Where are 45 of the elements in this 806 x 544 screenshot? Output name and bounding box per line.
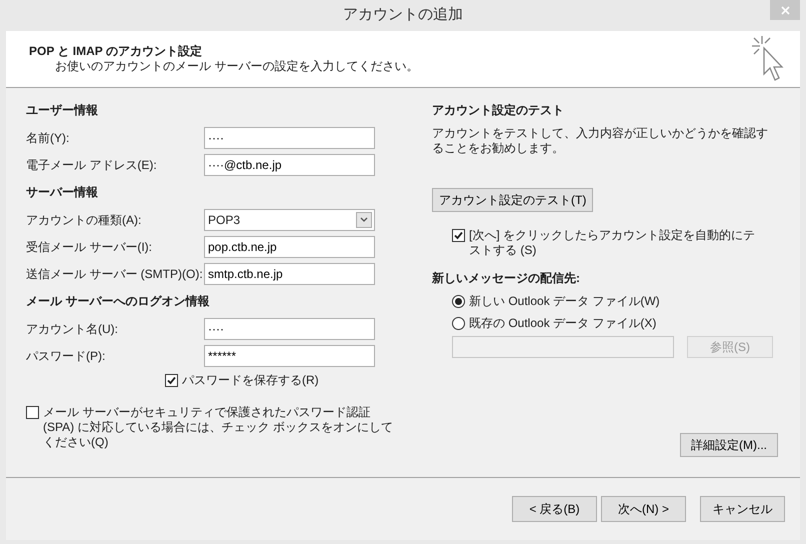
chevron-down-icon bbox=[360, 217, 368, 222]
section-heading: メール サーバーへのログオン情報 bbox=[26, 293, 210, 310]
header-title: POP と IMAP のアカウント設定 bbox=[29, 44, 203, 59]
header-subtitle: お使いのアカウントのメール サーバーの設定を入力してください。 bbox=[54, 59, 418, 74]
back-button[interactable]: < 戻る(B) bbox=[512, 496, 597, 522]
wizard-cursor-icon bbox=[750, 34, 784, 84]
section-heading: 新しいメッセージの配信先: bbox=[432, 270, 581, 287]
checkbox-label: [次へ] をクリックしたらアカウント設定を自動的にテストする (S) bbox=[469, 228, 756, 258]
test-account-button[interactable]: アカウント設定のテスト(T) bbox=[432, 188, 594, 212]
close-icon bbox=[780, 6, 790, 14]
field-label: アカウント名(U): bbox=[26, 320, 119, 338]
field-label: パスワード(P): bbox=[26, 348, 106, 364]
radio-label: 新しい Outlook データ ファイル(W) bbox=[469, 293, 660, 310]
cancel-button[interactable]: キャンセル bbox=[700, 496, 785, 522]
input-field[interactable]: ****** bbox=[204, 344, 375, 366]
field-label: 名前(Y): bbox=[26, 130, 70, 146]
section-heading: ユーザー情報 bbox=[26, 102, 99, 119]
input-field[interactable]: ···· bbox=[204, 126, 375, 148]
next-button[interactable]: 次へ(N) > bbox=[601, 496, 686, 522]
window-title: アカウントの追加 bbox=[343, 5, 463, 26]
checkbox-label: パスワードを保存する(R) bbox=[182, 372, 319, 389]
input-field[interactable]: pop.ctb.ne.jp bbox=[204, 236, 375, 258]
field-label: 受信メール サーバー(I): bbox=[26, 238, 153, 256]
input-field[interactable]: ···· bbox=[204, 318, 375, 340]
radio-button[interactable] bbox=[452, 316, 465, 330]
checkmark-icon bbox=[167, 376, 176, 384]
checkbox-label: メール サーバーがセキュリティで保護されたパスワード認証 (SPA) に対応している場合には、チェック ボックスをオンにしてください(Q) bbox=[43, 405, 394, 450]
account-type-dropdown[interactable]: POP3 bbox=[204, 208, 375, 230]
section-heading: サーバー情報 bbox=[26, 184, 99, 201]
field-label: 電子メール アドレス(E): bbox=[26, 156, 158, 174]
radio-label: 既存の Outlook データ ファイル(X) bbox=[469, 315, 656, 332]
data-file-path-field[interactable] bbox=[452, 336, 674, 358]
more-settings-button[interactable]: 詳細設定(M)... bbox=[680, 433, 778, 457]
checkbox[interactable] bbox=[165, 374, 178, 386]
dropdown-value: POP3 bbox=[208, 212, 240, 228]
input-field[interactable]: ····@ctb.ne.jp bbox=[204, 154, 375, 176]
checkmark-icon bbox=[454, 231, 463, 240]
section-heading: アカウント設定のテスト bbox=[432, 102, 565, 119]
radio-button[interactable] bbox=[452, 294, 465, 308]
field-label: アカウントの種類(A): bbox=[26, 212, 142, 228]
input-field[interactable]: smtp.ctb.ne.jp bbox=[204, 262, 375, 284]
checkbox[interactable] bbox=[452, 229, 465, 242]
field-label: 送信メール サーバー (SMTP)(O): bbox=[26, 266, 204, 282]
checkbox[interactable] bbox=[26, 406, 39, 419]
test-description: アカウントをテストして、入力内容が正しいかどうかを確認することをお勧めします。 bbox=[432, 126, 769, 156]
